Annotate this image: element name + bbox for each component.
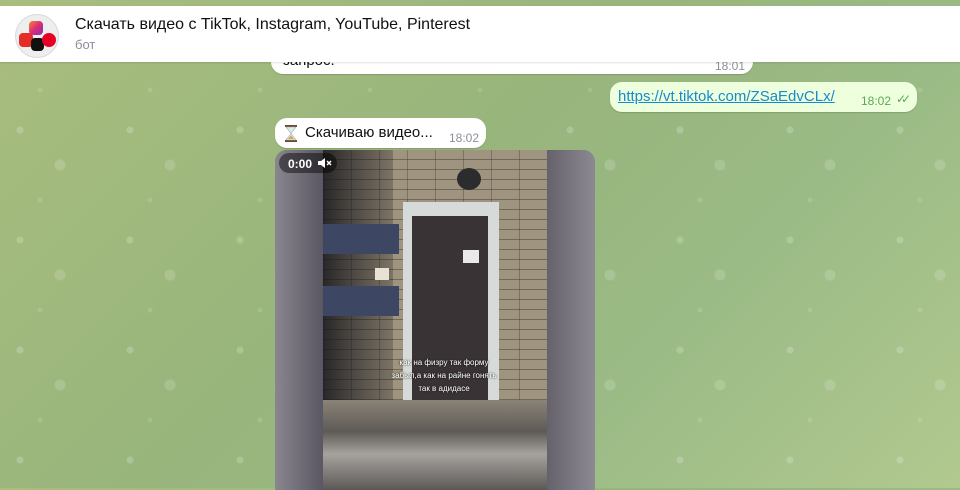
hourglass-icon [285,125,297,142]
video-notice [375,268,389,280]
message-link[interactable]: https://vt.tiktok.com/ZSaEdvCLx/ [618,88,835,105]
chat-subtitle: бот [75,37,96,52]
video-blur-left [275,150,323,490]
video-player-overlay[interactable]: 0:00 [279,153,337,173]
read-checkmark-icon: ✓✓ [896,92,911,106]
video-mailbox [323,286,399,316]
video-frame[interactable]: как на физру так форму забыл,а как на ра… [323,150,547,490]
message-time: 18:02 [861,94,892,108]
message-bubble-incoming[interactable]: Скачиваю видео... 18:02 [275,118,486,148]
chat-title[interactable]: Скачать видео с TikTok, Instagram, YouTu… [75,16,470,34]
video-message[interactable]: как на физру так форму забыл,а как на ра… [275,150,595,490]
bot-avatar[interactable] [15,14,59,58]
video-time: 0:00 [288,157,313,171]
message-bubble-outgoing[interactable]: https://vt.tiktok.com/ZSaEdvCLx/ 18:02 ✓… [610,82,917,112]
video-mailbox [323,224,399,254]
mute-icon[interactable] [317,157,333,169]
video-stairs [323,400,547,490]
video-caption: как на физру так форму забыл,а как на ра… [391,358,497,393]
chat-header[interactable]: Скачать видео с TikTok, Instagram, YouTu… [0,6,960,62]
message-time: 18:02 [449,131,480,145]
message-text: Скачиваю видео... [305,124,433,141]
video-blur-right [547,150,595,490]
pinterest-icon [42,33,56,47]
video-lamp [457,168,481,190]
video-door-sign [463,250,479,263]
